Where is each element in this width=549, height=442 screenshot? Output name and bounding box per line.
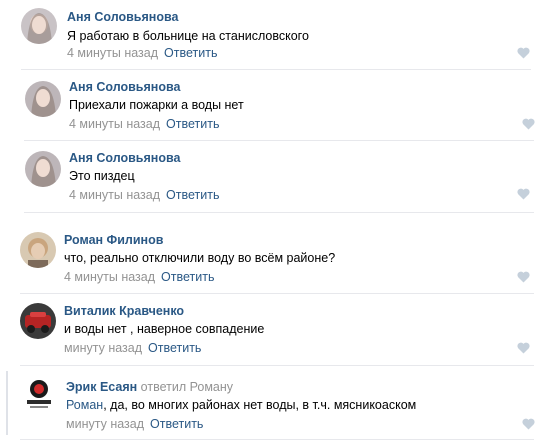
comment-time[interactable]: 4 минуты назад bbox=[67, 46, 158, 60]
reply-button[interactable]: Ответить bbox=[148, 341, 201, 355]
avatar[interactable] bbox=[25, 151, 61, 187]
reply-button[interactable]: Ответить bbox=[166, 117, 219, 131]
comment-meta: 4 минуты назад Ответить bbox=[69, 117, 219, 131]
avatar[interactable] bbox=[21, 8, 57, 44]
comment-text: Это пиздец bbox=[69, 169, 135, 183]
reply-button[interactable]: Ответить bbox=[161, 270, 214, 284]
replied-to-label: ответил Роману bbox=[140, 380, 234, 394]
comment-author[interactable]: Виталик Кравченко bbox=[64, 304, 184, 318]
divider bbox=[20, 293, 534, 294]
divider bbox=[20, 365, 534, 366]
comment-meta: минуту назад Ответить bbox=[66, 417, 203, 431]
comment-time[interactable]: минуту назад bbox=[66, 417, 144, 431]
comment-time[interactable]: минуту назад bbox=[64, 341, 142, 355]
reply-button[interactable]: Ответить bbox=[166, 188, 219, 202]
comment-time[interactable]: 4 минуты назад bbox=[69, 188, 160, 202]
comment-text-body: , да, во многих районах нет воды, в т.ч.… bbox=[103, 398, 417, 412]
comment-author[interactable]: Аня Соловьянова bbox=[67, 10, 178, 24]
heart-icon[interactable] bbox=[517, 47, 530, 59]
reply-button[interactable]: Ответить bbox=[164, 46, 217, 60]
comment-author[interactable]: Аня Соловьянова bbox=[69, 80, 180, 94]
comment-meta: 4 минуты назад Ответить bbox=[64, 270, 214, 284]
mention-link[interactable]: Роман bbox=[66, 398, 103, 412]
avatar[interactable] bbox=[25, 81, 61, 117]
divider bbox=[21, 69, 531, 70]
heart-icon[interactable] bbox=[522, 118, 535, 130]
divider bbox=[24, 212, 534, 213]
comment-text: и воды нет , наверное совпадение bbox=[64, 322, 265, 336]
heart-icon[interactable] bbox=[517, 188, 530, 200]
comment-text: Приехали пожарки а воды нет bbox=[69, 98, 244, 112]
heart-icon[interactable] bbox=[517, 342, 530, 354]
reply-button[interactable]: Ответить bbox=[150, 417, 203, 431]
heart-icon[interactable] bbox=[517, 271, 530, 283]
comment-time[interactable]: 4 минуты назад bbox=[64, 270, 155, 284]
avatar[interactable] bbox=[20, 232, 56, 268]
comment-meta: 4 минуты назад Ответить bbox=[67, 46, 217, 60]
comment-text: Я работаю в больнице на станисловского bbox=[67, 29, 309, 43]
comment-author[interactable]: Роман Филинов bbox=[64, 233, 163, 247]
divider bbox=[24, 140, 534, 141]
comment-meta: минуту назад Ответить bbox=[64, 341, 201, 355]
divider bbox=[20, 439, 534, 440]
comment-author[interactable]: Аня Соловьянова bbox=[69, 151, 180, 165]
heart-icon[interactable] bbox=[522, 418, 535, 430]
comment-meta: 4 минуты назад Ответить bbox=[69, 188, 219, 202]
avatar[interactable] bbox=[21, 376, 57, 412]
reply-thread-line bbox=[6, 371, 8, 435]
avatar[interactable] bbox=[20, 303, 56, 339]
comment-author: Эрик Есаян ответил Роману bbox=[66, 380, 233, 394]
comment-text: Роман, да, во многих районах нет воды, в… bbox=[66, 398, 416, 412]
reply-author-name[interactable]: Эрик Есаян bbox=[66, 380, 137, 394]
comment-text: что, реально отключили воду во всём райо… bbox=[64, 251, 336, 265]
comment-time[interactable]: 4 минуты назад bbox=[69, 117, 160, 131]
